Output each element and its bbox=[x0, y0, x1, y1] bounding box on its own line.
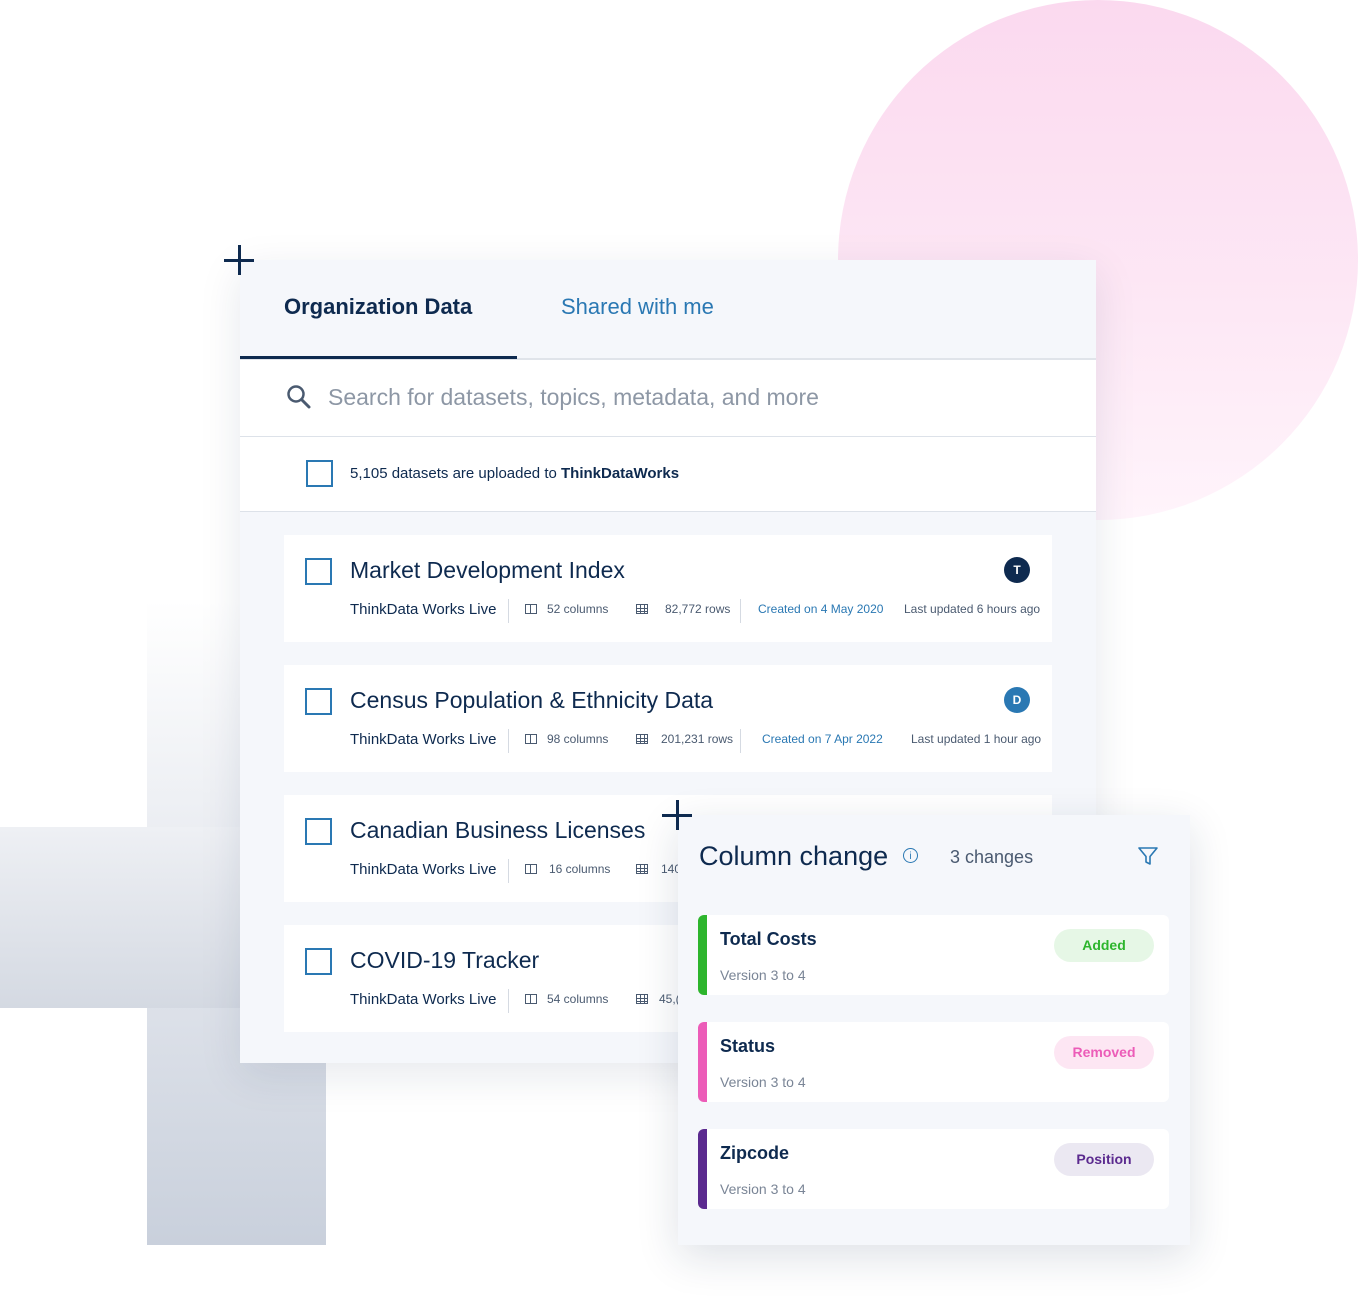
status-badge: Removed bbox=[1054, 1036, 1154, 1069]
info-icon[interactable]: i bbox=[903, 848, 918, 863]
status-color-bar bbox=[698, 915, 707, 995]
search-bar[interactable]: Search for datasets, topics, metadata, a… bbox=[240, 360, 1096, 437]
rows-icon bbox=[636, 734, 648, 744]
created-value: 7 Apr 2022 bbox=[824, 732, 883, 746]
divider bbox=[508, 599, 509, 623]
tab-organization-data[interactable]: Organization Data bbox=[284, 294, 472, 320]
tab-bar: Organization Data Shared with me bbox=[240, 260, 1096, 360]
created-label: Created on bbox=[758, 602, 818, 616]
dataset-card[interactable]: Census Population & Ethnicity Data D Thi… bbox=[284, 665, 1052, 772]
tab-shared-with-me[interactable]: Shared with me bbox=[561, 294, 714, 320]
active-tab-indicator bbox=[240, 356, 517, 359]
dataset-source: ThinkData Works Live bbox=[350, 861, 497, 878]
dataset-title[interactable]: COVID-19 Tracker bbox=[350, 947, 539, 974]
divider bbox=[508, 989, 509, 1013]
row-count: 82,772 rows bbox=[665, 602, 731, 616]
select-all-row: 5,105 datasets are uploaded to ThinkData… bbox=[240, 437, 1096, 512]
column-change-title: Column change bbox=[699, 841, 889, 871]
dataset-count-text: 5,105 datasets are uploaded to bbox=[350, 465, 561, 482]
column-name: Zipcode bbox=[720, 1143, 790, 1163]
decorative-plus-icon bbox=[662, 800, 692, 830]
columns-icon bbox=[525, 994, 537, 1004]
status-badge: Added bbox=[1054, 929, 1154, 962]
dataset-checkbox[interactable] bbox=[305, 688, 332, 715]
columns-icon bbox=[525, 734, 537, 744]
last-updated: Last updated 1 hour ago bbox=[911, 732, 1042, 746]
organization-name: ThinkDataWorks bbox=[561, 465, 680, 482]
column-name: Status bbox=[720, 1036, 776, 1056]
dataset-checkbox[interactable] bbox=[305, 558, 332, 585]
divider bbox=[740, 599, 741, 623]
dataset-checkbox[interactable] bbox=[305, 948, 332, 975]
dataset-source: ThinkData Works Live bbox=[350, 991, 497, 1008]
dataset-source: ThinkData Works Live bbox=[350, 731, 497, 748]
dataset-title[interactable]: Canadian Business Licenses bbox=[350, 817, 645, 844]
created-date: Created on 7 Apr 2022 bbox=[762, 732, 883, 746]
dataset-card[interactable]: Market Development Index T ThinkData Wor… bbox=[284, 535, 1052, 642]
created-label: Created on bbox=[762, 732, 822, 746]
column-count: 98 columns bbox=[547, 732, 609, 746]
dataset-meta: ThinkData Works Live 52 columns 82,772 r… bbox=[350, 599, 1041, 623]
columns-icon bbox=[525, 864, 537, 874]
dataset-title[interactable]: Market Development Index bbox=[350, 557, 625, 584]
column-change-item[interactable]: Zipcode Version 3 to 4 Position bbox=[698, 1129, 1169, 1209]
version-text: Version 3 to 4 bbox=[720, 1074, 806, 1090]
column-count: 16 columns bbox=[549, 862, 611, 876]
rows-icon bbox=[636, 604, 648, 614]
avatar: T bbox=[1004, 557, 1030, 583]
columns-icon bbox=[525, 604, 537, 614]
search-icon bbox=[287, 385, 311, 409]
column-change-panel: Column change i 3 changes Total Costs Ve… bbox=[678, 815, 1190, 1245]
status-badge: Position bbox=[1054, 1143, 1154, 1176]
version-text: Version 3 to 4 bbox=[720, 967, 806, 983]
search-input[interactable]: Search for datasets, topics, metadata, a… bbox=[328, 384, 819, 411]
dataset-count-summary: 5,105 datasets are uploaded to ThinkData… bbox=[350, 465, 679, 482]
rows-icon bbox=[636, 864, 648, 874]
column-change-item[interactable]: Total Costs Version 3 to 4 Added bbox=[698, 915, 1169, 995]
divider bbox=[508, 729, 509, 753]
dataset-meta: ThinkData Works Live 98 columns 201,231 … bbox=[350, 729, 1042, 753]
created-date: Created on 4 May 2020 bbox=[758, 602, 883, 616]
dataset-source: ThinkData Works Live bbox=[350, 601, 497, 618]
avatar: D bbox=[1004, 687, 1030, 713]
column-count: 54 columns bbox=[547, 992, 609, 1006]
filter-icon[interactable] bbox=[1137, 845, 1159, 867]
rows-icon bbox=[636, 994, 648, 1004]
column-count: 52 columns bbox=[547, 602, 609, 616]
status-color-bar bbox=[698, 1022, 707, 1102]
dataset-checkbox[interactable] bbox=[305, 818, 332, 845]
select-all-checkbox[interactable] bbox=[306, 460, 333, 487]
divider bbox=[508, 859, 509, 883]
divider bbox=[740, 729, 741, 753]
status-color-bar bbox=[698, 1129, 707, 1209]
dataset-title[interactable]: Census Population & Ethnicity Data bbox=[350, 687, 713, 714]
row-count: 45,( bbox=[659, 992, 680, 1006]
column-change-item[interactable]: Status Version 3 to 4 Removed bbox=[698, 1022, 1169, 1102]
row-count: 201,231 rows bbox=[661, 732, 734, 746]
decorative-plus-icon bbox=[224, 245, 254, 275]
created-value: 4 May 2020 bbox=[820, 602, 884, 616]
version-text: Version 3 to 4 bbox=[720, 1181, 806, 1197]
change-count: 3 changes bbox=[950, 847, 1034, 867]
last-updated: Last updated 6 hours ago bbox=[904, 602, 1041, 616]
column-name: Total Costs bbox=[720, 929, 817, 949]
